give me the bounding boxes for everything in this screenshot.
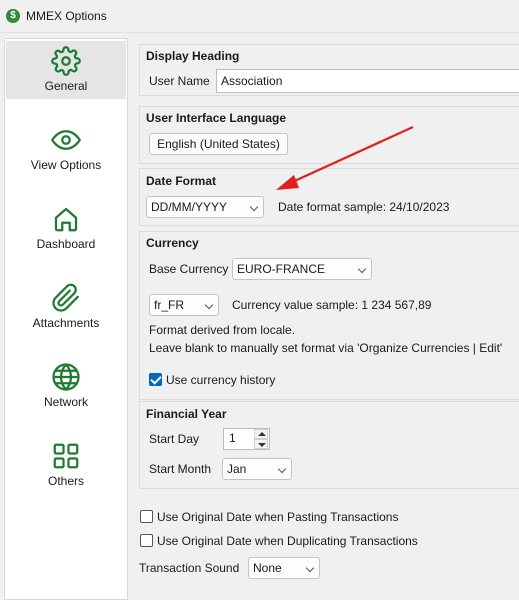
start-day-spinner[interactable]: 1 [223, 428, 270, 450]
start-month-value: Jan [227, 462, 247, 476]
chevron-down-icon [277, 464, 287, 474]
paste-original-date-checkbox[interactable] [140, 510, 153, 523]
sidebar-item-others[interactable]: Others [6, 436, 126, 494]
chevron-down-icon [357, 264, 367, 274]
currency-history-label: Use currency history [166, 373, 276, 387]
start-day-value: 1 [229, 431, 236, 445]
language-button[interactable]: English (United States) [149, 133, 288, 155]
spin-up-button[interactable] [254, 429, 268, 439]
sidebar-item-label: View Options [30, 158, 102, 172]
app-dollar-icon: $ [6, 9, 20, 23]
transaction-sound-value: None [253, 561, 282, 575]
base-currency-value: EURO-FRANCE [237, 262, 326, 276]
currency-note-line2: Leave blank to manually set format via '… [149, 341, 503, 355]
date-format-select[interactable]: DD/MM/YYYY [146, 196, 264, 218]
transaction-sound-label: Transaction Sound [139, 561, 240, 575]
date-format-sample: Date format sample: 24/10/2023 [278, 200, 450, 214]
base-currency-select[interactable]: EURO-FRANCE [232, 258, 372, 280]
start-month-label: Start Month [149, 462, 212, 476]
financial-year-title: Financial Year [146, 407, 227, 421]
sidebar-item-attachments[interactable]: Attachments [6, 278, 126, 336]
locale-select[interactable]: fr_FR [149, 294, 219, 316]
title-divider [0, 32, 519, 33]
sidebar-item-view-options[interactable]: View Options [6, 120, 126, 178]
duplicate-original-date-checkbox[interactable] [140, 534, 153, 547]
base-currency-label: Base Currency [149, 262, 229, 276]
sidebar-item-network[interactable]: Network [6, 357, 126, 415]
sidebar-item-label: General [44, 79, 88, 93]
spin-down-button[interactable] [254, 439, 268, 449]
arrow-up-icon [258, 432, 266, 436]
start-day-label: Start Day [149, 432, 200, 446]
sidebar-item-label: Network [43, 395, 88, 409]
paperclip-icon [52, 283, 79, 312]
sidebar-item-general[interactable]: General [6, 41, 126, 99]
currency-title: Currency [146, 236, 199, 250]
chevron-down-icon [305, 563, 315, 573]
ui-language-title: User Interface Language [146, 111, 287, 125]
chevron-down-icon [204, 300, 214, 310]
date-format-value: DD/MM/YYYY [151, 200, 228, 214]
user-name-label: User Name [149, 74, 210, 88]
options-sidebar: General View Options Dashboard Attachmen… [4, 38, 128, 600]
user-name-input[interactable]: Association [216, 69, 519, 93]
start-month-select[interactable]: Jan [222, 458, 292, 480]
locale-value: fr_FR [154, 298, 184, 312]
window-title: MMEX Options [26, 9, 107, 23]
grid-icon [53, 443, 79, 469]
duplicate-original-date-label: Use Original Date when Duplicating Trans… [157, 534, 418, 548]
arrow-down-icon [258, 443, 266, 447]
currency-note-line1: Format derived from locale. [149, 323, 296, 337]
gear-icon [51, 46, 81, 76]
date-format-title: Date Format [146, 174, 217, 188]
sidebar-item-dashboard[interactable]: Dashboard [6, 199, 126, 257]
display-heading-title: Display Heading [146, 49, 240, 63]
home-icon [54, 207, 78, 232]
sidebar-item-label: Attachments [32, 316, 100, 330]
chevron-down-icon [249, 202, 259, 212]
paste-original-date-label: Use Original Date when Pasting Transacti… [157, 510, 399, 524]
currency-value-sample: Currency value sample: 1 234 567,89 [232, 298, 432, 312]
eye-icon [51, 130, 81, 150]
sidebar-item-label: Others [47, 474, 84, 488]
transaction-sound-select[interactable]: None [248, 557, 320, 579]
currency-history-checkbox[interactable] [149, 373, 162, 386]
sidebar-item-label: Dashboard [36, 237, 96, 251]
globe-icon [52, 363, 80, 391]
title-bar: $ MMEX Options [0, 0, 519, 32]
